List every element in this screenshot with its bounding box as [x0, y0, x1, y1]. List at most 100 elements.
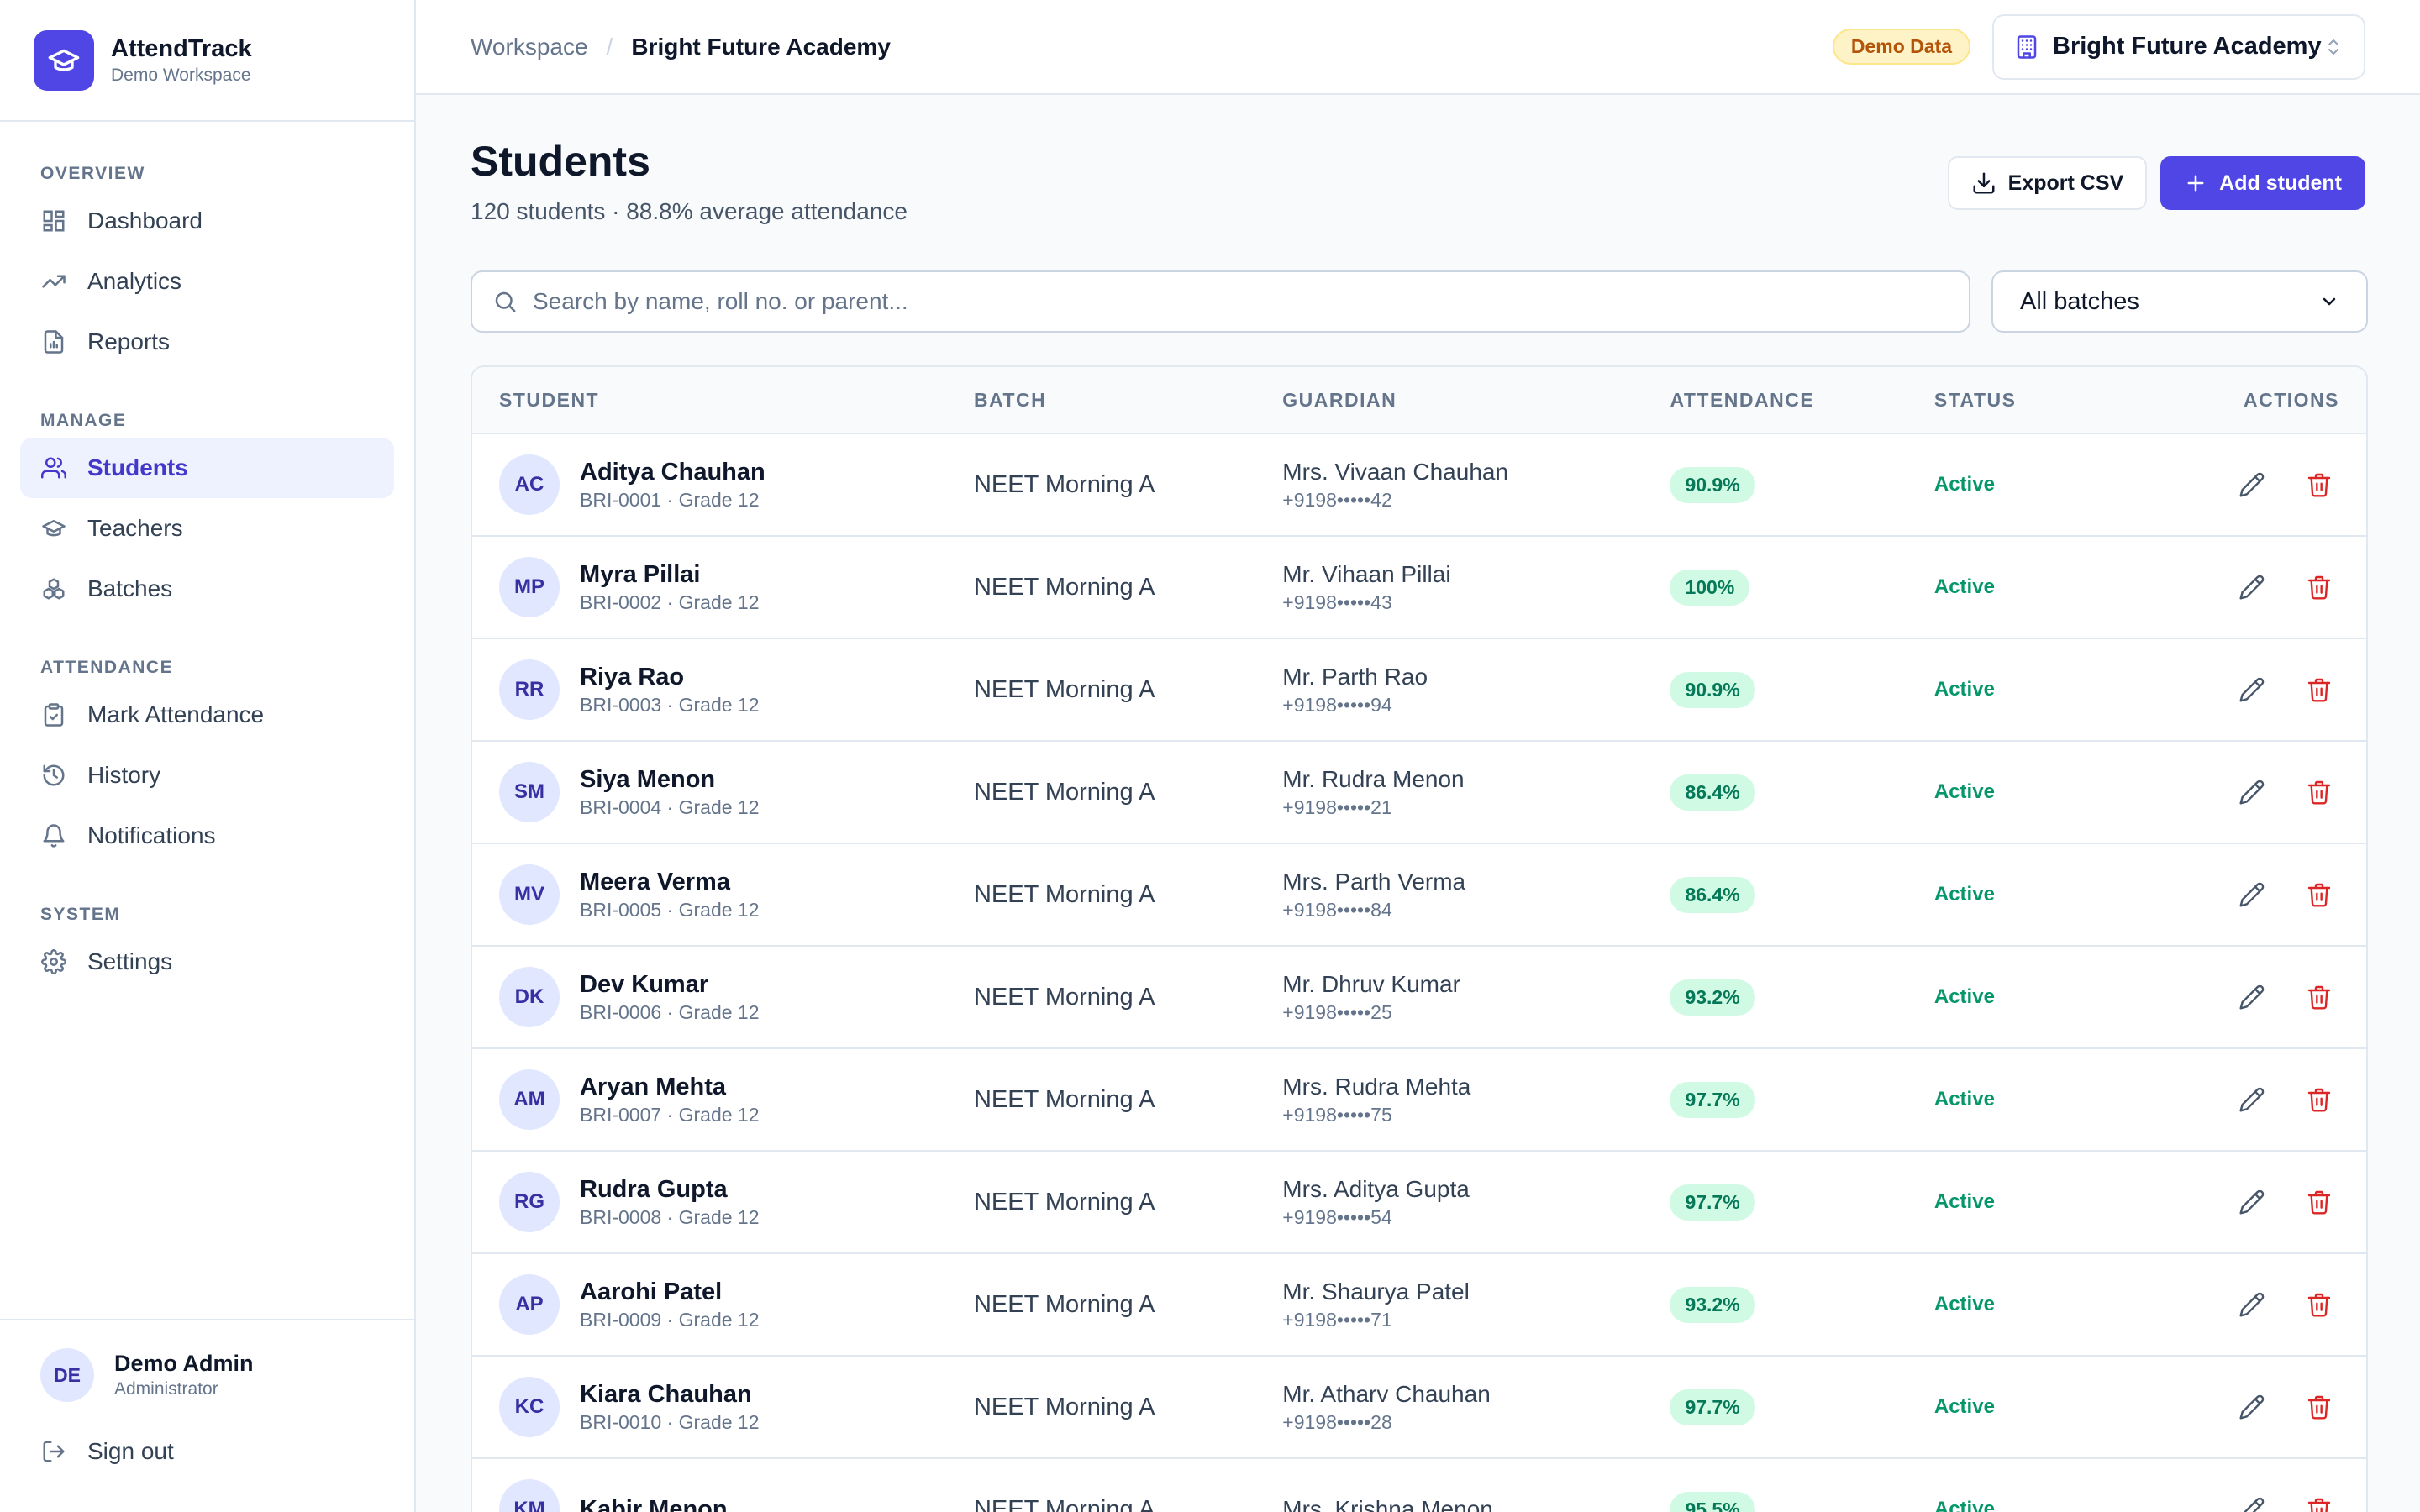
table-row[interactable]: KC Kiara Chauhan BRI-0010 · Grade 12 NEE… — [472, 1357, 2366, 1459]
delete-trash-icon[interactable] — [2299, 977, 2339, 1017]
column-header-batch[interactable]: BATCH — [974, 389, 1282, 412]
student-meta: BRI-0005 · Grade 12 — [580, 899, 760, 921]
attendance-cell: 100% — [1670, 569, 1933, 606]
table-row[interactable]: MP Myra Pillai BRI-0002 · Grade 12 NEET … — [472, 537, 2366, 639]
edit-pencil-icon[interactable] — [2232, 1284, 2272, 1325]
delete-trash-icon[interactable] — [2299, 567, 2339, 607]
delete-trash-icon[interactable] — [2299, 1079, 2339, 1120]
table-row[interactable]: RR Riya Rao BRI-0003 · Grade 12 NEET Mor… — [472, 639, 2366, 742]
main-content: Students 120 students · 88.8% average at… — [416, 95, 2420, 1512]
bell-icon — [40, 822, 67, 849]
status-badge: Active — [1933, 1190, 1995, 1213]
status-badge: Active — [1933, 1293, 1995, 1315]
chevrons-up-down-icon — [2323, 37, 2344, 57]
batch-filter-select[interactable]: All batches — [1991, 270, 2368, 333]
edit-pencil-icon[interactable] — [2232, 1489, 2272, 1512]
actions-cell — [2186, 1387, 2366, 1427]
column-header-student[interactable]: STUDENT — [472, 389, 974, 412]
student-name[interactable]: Aryan Mehta — [580, 1072, 760, 1102]
delete-trash-icon[interactable] — [2299, 874, 2339, 915]
student-name[interactable]: Aarohi Patel — [580, 1277, 760, 1307]
export-csv-button[interactable]: Export CSV — [1947, 156, 2148, 210]
edit-pencil-icon[interactable] — [2232, 465, 2272, 505]
student-avatar: RR — [499, 659, 560, 720]
delete-trash-icon[interactable] — [2299, 772, 2339, 812]
sidebar-item-mark-attendance[interactable]: Mark Attendance — [20, 685, 394, 745]
delete-trash-icon[interactable] — [2299, 1284, 2339, 1325]
delete-trash-icon[interactable] — [2299, 465, 2339, 505]
add-student-button[interactable]: Add student — [2160, 156, 2365, 210]
guardian-phone: +9198•••••71 — [1282, 1309, 1392, 1331]
column-header-status[interactable]: STATUS — [1934, 389, 2186, 412]
search-input[interactable] — [533, 288, 1919, 315]
delete-trash-icon[interactable] — [2299, 1182, 2339, 1222]
sidebar-item-dashboard[interactable]: Dashboard — [20, 191, 394, 251]
actions-cell — [2186, 1079, 2366, 1120]
dashboard-icon — [40, 207, 67, 234]
sidebar-item-history[interactable]: History — [20, 745, 394, 806]
edit-pencil-icon[interactable] — [2232, 977, 2272, 1017]
status-badge: Active — [1933, 985, 1995, 1008]
table-row[interactable]: AP Aarohi Patel BRI-0009 · Grade 12 NEET… — [472, 1254, 2366, 1357]
student-cell: KC Kiara Chauhan BRI-0010 · Grade 12 — [472, 1377, 974, 1437]
brand[interactable]: AttendTrack Demo Workspace — [0, 0, 414, 122]
student-cell: SM Siya Menon BRI-0004 · Grade 12 — [472, 762, 974, 822]
edit-pencil-icon[interactable] — [2232, 874, 2272, 915]
student-name[interactable]: Siya Menon — [580, 764, 760, 795]
sidebar-item-teachers[interactable]: Teachers — [20, 498, 394, 559]
table-row[interactable]: KM Kabir Menon NEET Morning A Mrs. Krish… — [472, 1459, 2366, 1512]
attendance-cell: 95.5% — [1670, 1491, 1933, 1512]
brand-name: AttendTrack — [111, 34, 252, 62]
sidebar-item-analytics[interactable]: Analytics — [20, 251, 394, 312]
column-header-guardian[interactable]: GUARDIAN — [1282, 389, 1670, 412]
table-row[interactable]: AC Aditya Chauhan BRI-0001 · Grade 12 NE… — [472, 434, 2366, 537]
organization-selector[interactable]: Bright Future Academy — [1992, 13, 2365, 80]
batch-cell: NEET Morning A — [973, 1393, 1155, 1420]
student-name[interactable]: Kabir Menon — [580, 1494, 728, 1512]
sidebar-item-notifications[interactable]: Notifications — [20, 806, 394, 866]
edit-pencil-icon[interactable] — [2232, 772, 2272, 812]
organization-name: Bright Future Academy — [2053, 33, 2322, 60]
edit-pencil-icon[interactable] — [2232, 1182, 2272, 1222]
sidebar-item-reports[interactable]: Reports — [20, 312, 394, 372]
student-cell: AP Aarohi Patel BRI-0009 · Grade 12 — [472, 1274, 974, 1335]
table-row[interactable]: AM Aryan Mehta BRI-0007 · Grade 12 NEET … — [472, 1049, 2366, 1152]
student-name[interactable]: Myra Pillai — [580, 559, 760, 590]
student-name[interactable]: Riya Rao — [580, 662, 760, 692]
table-row[interactable]: SM Siya Menon BRI-0004 · Grade 12 NEET M… — [472, 742, 2366, 844]
edit-pencil-icon[interactable] — [2232, 1387, 2272, 1427]
user-profile[interactable]: DE Demo Admin Administrator — [20, 1320, 394, 1421]
student-avatar: SM — [499, 762, 560, 822]
student-name[interactable]: Dev Kumar — [580, 969, 760, 1000]
guardian-phone: +9198•••••75 — [1282, 1104, 1392, 1126]
delete-trash-icon[interactable] — [2299, 669, 2339, 710]
sidebar-item-label: Dashboard — [87, 207, 203, 234]
student-name[interactable]: Rudra Gupta — [580, 1174, 760, 1205]
guardian-phone: +9198•••••54 — [1282, 1206, 1392, 1228]
student-name[interactable]: Meera Verma — [580, 867, 760, 897]
student-name[interactable]: Kiara Chauhan — [580, 1379, 760, 1410]
breadcrumb-workspace[interactable]: Workspace — [471, 34, 588, 60]
sidebar-item-students[interactable]: Students — [20, 438, 394, 498]
student-avatar: MP — [499, 557, 560, 617]
column-header-attendance[interactable]: ATTENDANCE — [1670, 389, 1933, 412]
table-row[interactable]: MV Meera Verma BRI-0005 · Grade 12 NEET … — [472, 844, 2366, 947]
sidebar-item-batches[interactable]: Batches — [20, 559, 394, 619]
sign-out-button[interactable]: Sign out — [20, 1421, 394, 1482]
student-cell: RR Riya Rao BRI-0003 · Grade 12 — [472, 659, 974, 720]
delete-trash-icon[interactable] — [2299, 1489, 2339, 1512]
sidebar-nav: OVERVIEW Dashboard Analytics Reports MAN… — [0, 150, 414, 992]
table-row[interactable]: RG Rudra Gupta BRI-0008 · Grade 12 NEET … — [472, 1152, 2366, 1254]
status-badge: Active — [1933, 678, 1995, 701]
edit-pencil-icon[interactable] — [2232, 669, 2272, 710]
sidebar-item-settings[interactable]: Settings — [20, 932, 394, 992]
search-box[interactable] — [471, 270, 1970, 333]
status-badge: Active — [1933, 883, 1995, 906]
top-header: Workspace / Bright Future Academy Demo D… — [416, 0, 2420, 95]
table-row[interactable]: DK Dev Kumar BRI-0006 · Grade 12 NEET Mo… — [472, 947, 2366, 1049]
student-name[interactable]: Aditya Chauhan — [580, 457, 765, 487]
delete-trash-icon[interactable] — [2299, 1387, 2339, 1427]
nav-section-attendance: ATTENDANCE — [40, 658, 174, 677]
edit-pencil-icon[interactable] — [2232, 1079, 2272, 1120]
edit-pencil-icon[interactable] — [2232, 567, 2272, 607]
